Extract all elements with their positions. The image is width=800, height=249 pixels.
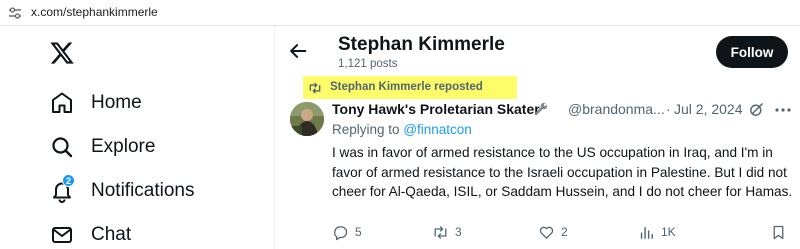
wrench-icon [534,102,548,116]
sidebar-item-label: Explore [91,136,156,157]
analytics-icon [640,226,653,239]
tweet-date[interactable]: Jul 2, 2024 [674,101,743,117]
view-count: 1K [661,225,676,239]
x-logo-icon[interactable] [49,40,75,66]
sidebar-item-explore[interactable]: Explore [50,132,155,162]
mail-icon [52,227,72,243]
sidebar-item-chat[interactable]: Chat [50,220,131,249]
back-arrow-icon[interactable] [287,40,309,62]
post-count: 1,121 posts [338,58,398,70]
sidebar-item-label: Notifications [91,180,195,201]
like-count: 2 [561,225,568,239]
views-button[interactable]: 1K [638,223,676,241]
follow-button[interactable]: Follow [716,36,788,68]
browser-url-bar[interactable]: x.com/stephankimmerle [0,0,800,26]
search-icon [52,137,73,158]
profile-name: Stephan Kimmerle [338,34,505,55]
avatar-image [290,102,324,136]
reply-context: Replying to @finnatcon [332,122,472,137]
repost-button[interactable]: 3 [432,223,462,241]
reply-prefix: Replying to [332,122,400,137]
site-settings-icon[interactable] [8,7,22,19]
sidebar-item-home[interactable]: Home [50,88,142,118]
notification-badge: 2 [62,174,75,187]
column-divider [274,26,275,249]
like-button[interactable]: 2 [538,223,568,241]
url-text[interactable]: x.com/stephankimmerle [31,5,158,19]
repost-icon [434,225,447,239]
grok-icon[interactable] [748,101,765,118]
heart-icon [539,226,554,239]
bookmark-button[interactable] [770,223,787,241]
tweet-text: I was in favor of armed resistance to th… [332,145,793,199]
avatar[interactable] [290,102,324,136]
reply-count: 5 [355,225,362,239]
reply-icon [334,225,348,240]
home-icon [52,92,72,113]
repost-label[interactable]: Stephan Kimmerle reposted [330,81,483,93]
more-options-icon[interactable] [774,108,792,112]
repost-count: 3 [455,225,462,239]
sidebar-item-notifications[interactable]: 2 Notifications [50,174,195,206]
sidebar-item-label: Home [91,92,142,113]
repost-icon [309,82,321,94]
reply-button[interactable]: 5 [332,223,362,241]
author-name[interactable]: Tony Hawk's Proletarian Skater [332,101,540,117]
reply-mention-link[interactable]: @finnatcon [403,122,472,137]
bookmark-icon [773,225,784,239]
sidebar-item-label: Chat [91,224,132,245]
separator-dot: · [666,101,671,117]
author-handle[interactable]: @brandonma... [568,101,665,117]
